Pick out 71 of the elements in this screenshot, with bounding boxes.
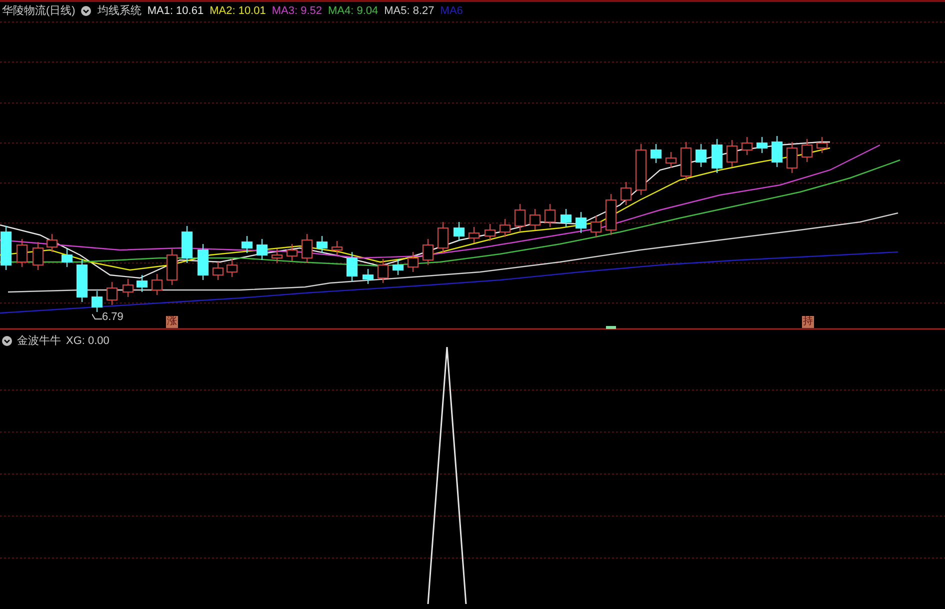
candlestick — [422, 238, 434, 266]
candlestick — [650, 144, 662, 164]
candlestick — [152, 274, 162, 296]
candlestick — [392, 258, 404, 276]
dropdown-icon[interactable] — [2, 336, 12, 346]
candlestick — [560, 208, 572, 228]
candlestick — [408, 252, 418, 272]
moving-average-reading: MA1: 10.61 — [147, 4, 204, 19]
candlestick — [272, 248, 282, 264]
candlestick — [346, 252, 358, 282]
candlestick — [378, 258, 388, 284]
candlestick — [76, 258, 88, 302]
moving-average-reading: MA4: 9.04 — [328, 4, 378, 19]
candlestick — [696, 144, 706, 168]
candlestick — [514, 204, 526, 232]
candlestick — [620, 182, 632, 206]
candlestick — [712, 138, 722, 174]
candlestick — [680, 142, 692, 182]
moving-average-reading: MA3: 9.52 — [272, 4, 322, 19]
candlestick — [136, 274, 148, 292]
dropdown-icon[interactable] — [81, 6, 92, 16]
moving-average-reading: MA5: 8.27 — [384, 4, 434, 19]
candlestick — [46, 234, 58, 252]
candlestick — [742, 136, 752, 156]
candlestick — [500, 218, 510, 238]
candlestick — [166, 248, 178, 286]
indicator-name: 金波牛牛 — [17, 334, 61, 349]
candlestick — [802, 138, 812, 162]
moving-average-reading: MA6 — [440, 4, 463, 19]
candlestick — [302, 234, 312, 264]
candlestick — [106, 282, 118, 306]
indicator-reading: XG: 0.00 — [66, 334, 110, 349]
candlestick — [454, 222, 464, 242]
stock-title: 华陵物流(日线) — [2, 4, 76, 19]
candlestick — [182, 226, 192, 264]
candlestick — [286, 244, 298, 262]
candlestick — [772, 136, 782, 168]
candlestick — [256, 238, 268, 260]
candlestick — [32, 242, 44, 270]
candlestick — [816, 136, 828, 154]
signal-dash-icon — [606, 326, 616, 329]
candlestick — [438, 222, 448, 254]
candlestick — [92, 290, 102, 312]
candlestick — [226, 258, 238, 278]
signal-mark: 持 — [802, 316, 814, 328]
indicator-name: 均线系统 — [97, 4, 142, 19]
moving-average-reading: MA2: 10.01 — [210, 4, 266, 19]
candlestick — [666, 152, 676, 168]
candlestick — [530, 208, 540, 230]
candlestick — [62, 248, 72, 268]
candlestick — [576, 212, 586, 234]
candlestick — [332, 240, 342, 256]
low-price-label: 6.79 — [102, 310, 124, 325]
candlestick — [362, 268, 374, 284]
candlestick — [212, 262, 224, 280]
candlestick — [786, 142, 798, 174]
candlestick — [590, 216, 602, 238]
candlestick — [198, 244, 208, 280]
candlestick — [484, 224, 496, 242]
candlestick — [468, 226, 480, 244]
candlestick — [242, 236, 252, 254]
candlestick — [544, 204, 556, 228]
candlestick — [636, 144, 646, 196]
candlestick — [756, 136, 768, 154]
candlestick — [0, 226, 12, 270]
candlestick — [16, 238, 28, 268]
candlestick — [316, 236, 328, 254]
candlestick — [606, 194, 616, 236]
signal-mark: 涨 — [166, 316, 178, 328]
candlestick — [726, 140, 738, 168]
candlestick — [122, 278, 134, 298]
